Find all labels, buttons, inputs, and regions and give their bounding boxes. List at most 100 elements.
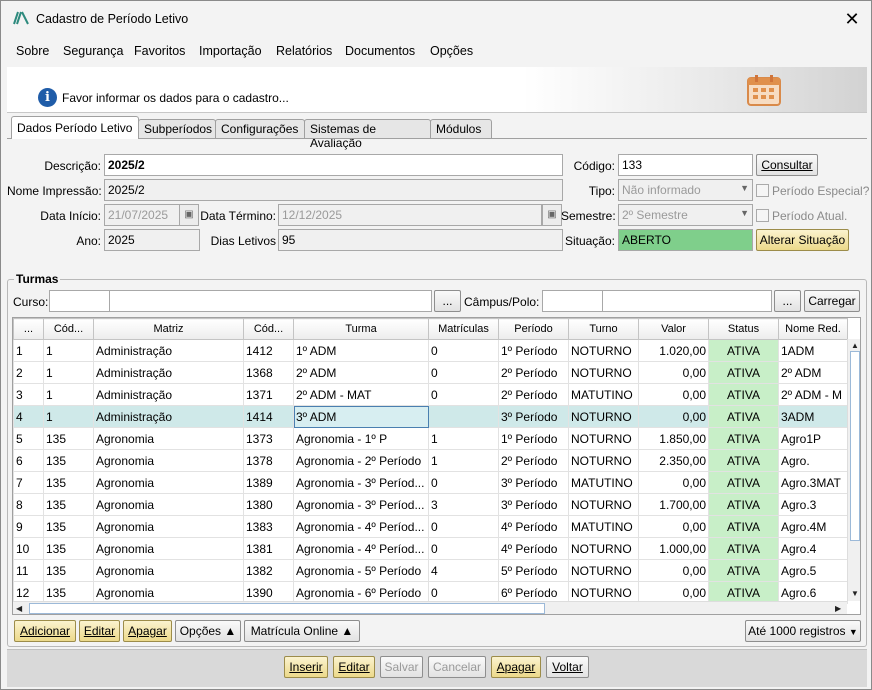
table-row[interactable]: 10 135 Agronomia 1381 Agronomia - 4º Períod.… — [13, 537, 848, 560]
table-cell[interactable]: 135 — [43, 559, 94, 582]
table-cell[interactable]: 1 — [43, 383, 94, 406]
data-inicio-field[interactable]: 21/07/2025 — [104, 204, 180, 226]
column-header[interactable]: Status — [708, 318, 779, 340]
menu-seguranca[interactable]: Segurança — [63, 44, 123, 58]
tab-sistemas-avaliacao[interactable]: Sistemas de Avaliação — [304, 119, 431, 150]
table-cell[interactable]: Agronomia - 1º P — [293, 427, 429, 450]
column-header[interactable]: Turma — [293, 318, 429, 340]
table-cell[interactable]: ATIVA — [708, 515, 779, 538]
table-cell[interactable]: 1.000,00 — [638, 537, 709, 560]
tab-dados-periodo-letivo[interactable]: Dados Período Letivo — [11, 116, 139, 139]
curso-code-input[interactable] — [49, 290, 110, 312]
ano-field[interactable]: 2025 — [104, 229, 200, 251]
table-cell[interactable]: ATIVA — [708, 471, 779, 494]
table-row[interactable]: 11 135 Agronomia 1382 Agronomia - 5º Período… — [13, 559, 848, 582]
table-cell[interactable]: 3 — [428, 493, 499, 516]
table-cell[interactable]: ATIVA — [708, 449, 779, 472]
registros-select[interactable]: Até 1000 registros ▼ — [745, 620, 861, 642]
table-cell[interactable]: 7 — [13, 471, 44, 494]
table-cell[interactable]: ATIVA — [708, 427, 779, 450]
table-cell[interactable]: NOTURNO — [568, 361, 639, 384]
table-cell[interactable]: 2.350,00 — [638, 449, 709, 472]
table-cell[interactable]: Agro.3 — [778, 493, 848, 516]
table-cell[interactable]: Agro1P — [778, 427, 848, 450]
periodo-atual-checkbox[interactable] — [756, 209, 769, 222]
column-header[interactable]: ... — [13, 318, 44, 340]
table-cell[interactable]: Agronomia — [93, 493, 244, 516]
table-cell[interactable]: NOTURNO — [568, 493, 639, 516]
table-cell[interactable]: ATIVA — [708, 405, 779, 428]
voltar-button[interactable]: Voltar — [546, 656, 589, 678]
table-cell[interactable]: 3ADM — [778, 405, 848, 428]
table-cell[interactable]: Agronomia - 4º Períod... — [293, 537, 429, 560]
curso-lookup-button[interactable]: ... — [434, 290, 461, 312]
menu-relatorios[interactable]: Relatórios — [276, 44, 332, 58]
salvar-button[interactable]: Salvar — [380, 656, 423, 678]
table-cell[interactable]: MATUTINO — [568, 515, 639, 538]
scroll-left-icon[interactable]: ◀ — [16, 604, 22, 613]
table-row[interactable]: 4 1 Administração 1414 3º ADM 3º Período NOTUR… — [13, 405, 848, 428]
table-cell[interactable]: 10 — [13, 537, 44, 560]
consultar-button[interactable]: Consultar — [756, 154, 818, 176]
table-cell[interactable]: 0 — [428, 339, 499, 362]
table-cell[interactable]: 1.700,00 — [638, 493, 709, 516]
table-cell[interactable]: Agro.4 — [778, 537, 848, 560]
alterar-situacao-button[interactable]: Alterar Situação — [756, 229, 849, 251]
table-cell[interactable]: NOTURNO — [568, 427, 639, 450]
table-cell[interactable]: Agronomia - 2º Período — [293, 449, 429, 472]
table-cell[interactable]: Agronomia — [93, 449, 244, 472]
editar-button[interactable]: Editar — [333, 656, 375, 678]
table-cell[interactable]: 1382 — [243, 559, 294, 582]
table-cell[interactable]: Agronomia — [93, 537, 244, 560]
column-header[interactable]: Valor — [638, 318, 709, 340]
tab-configuracoes[interactable]: Configurações — [215, 119, 305, 139]
table-cell[interactable]: 1414 — [243, 405, 294, 428]
table-cell[interactable]: 1371 — [243, 383, 294, 406]
column-header[interactable]: Matrículas — [428, 318, 499, 340]
table-cell[interactable]: 135 — [43, 537, 94, 560]
table-cell[interactable]: 0 — [428, 515, 499, 538]
table-cell[interactable]: 0 — [428, 361, 499, 384]
table-cell[interactable]: Administração — [93, 361, 244, 384]
table-cell[interactable]: 0 — [428, 471, 499, 494]
cancelar-button[interactable]: Cancelar — [428, 656, 486, 678]
table-cell[interactable]: 1 — [428, 449, 499, 472]
inserir-button[interactable]: Inserir — [284, 656, 328, 678]
table-cell[interactable]: 1 — [13, 339, 44, 362]
editar-grid-button[interactable]: Editar — [79, 620, 120, 642]
table-cell[interactable]: 1412 — [243, 339, 294, 362]
table-cell[interactable]: 1389 — [243, 471, 294, 494]
table-cell[interactable]: 3º Período — [498, 405, 569, 428]
table-cell[interactable]: 2º Período — [498, 383, 569, 406]
column-header[interactable]: Matriz — [93, 318, 244, 340]
apagar-button[interactable]: Apagar — [491, 656, 541, 678]
table-cell[interactable]: 1º ADM — [293, 339, 429, 362]
table-row[interactable]: 3 1 Administração 1371 2º ADM - MAT 0 2º Perío… — [13, 383, 848, 406]
scroll-right-icon[interactable]: ▶ — [835, 604, 841, 613]
vertical-scrollbar[interactable]: ▲ ▼ — [847, 339, 860, 601]
opcoes-dropdown-button[interactable]: Opções ▲ — [175, 620, 241, 642]
table-cell[interactable]: Agronomia - 3º Períod... — [293, 471, 429, 494]
scroll-down-icon[interactable]: ▼ — [851, 589, 859, 598]
table-cell[interactable]: 1368 — [243, 361, 294, 384]
table-cell[interactable]: 3º Período — [498, 493, 569, 516]
close-icon[interactable]: ✕ — [839, 7, 865, 33]
table-cell[interactable]: ATIVA — [708, 383, 779, 406]
table-cell[interactable]: MATUTINO — [568, 471, 639, 494]
table-cell[interactable]: 0 — [428, 537, 499, 560]
campus-name-input[interactable] — [602, 290, 772, 312]
campus-lookup-button[interactable]: ... — [774, 290, 801, 312]
table-cell[interactable]: Agronomia — [93, 559, 244, 582]
table-cell[interactable]: 9 — [13, 515, 44, 538]
dias-letivos-field[interactable]: 95 — [278, 229, 563, 251]
table-row[interactable]: 2 1 Administração 1368 2º ADM 0 2º Período NOTU… — [13, 361, 848, 384]
data-termino-calendar-icon[interactable]: ▣ — [542, 204, 562, 226]
table-cell[interactable]: NOTURNO — [568, 537, 639, 560]
data-inicio-calendar-icon[interactable]: ▣ — [179, 204, 199, 226]
table-cell[interactable]: ATIVA — [708, 339, 779, 362]
table-row[interactable]: 6 135 Agronomia 1378 Agronomia - 2º Período 1… — [13, 449, 848, 472]
table-cell[interactable]: 0,00 — [638, 383, 709, 406]
table-cell[interactable]: Administração — [93, 383, 244, 406]
tipo-select[interactable]: Não informado ▼ — [618, 179, 753, 201]
table-cell[interactable]: 2º ADM - MAT — [293, 383, 429, 406]
